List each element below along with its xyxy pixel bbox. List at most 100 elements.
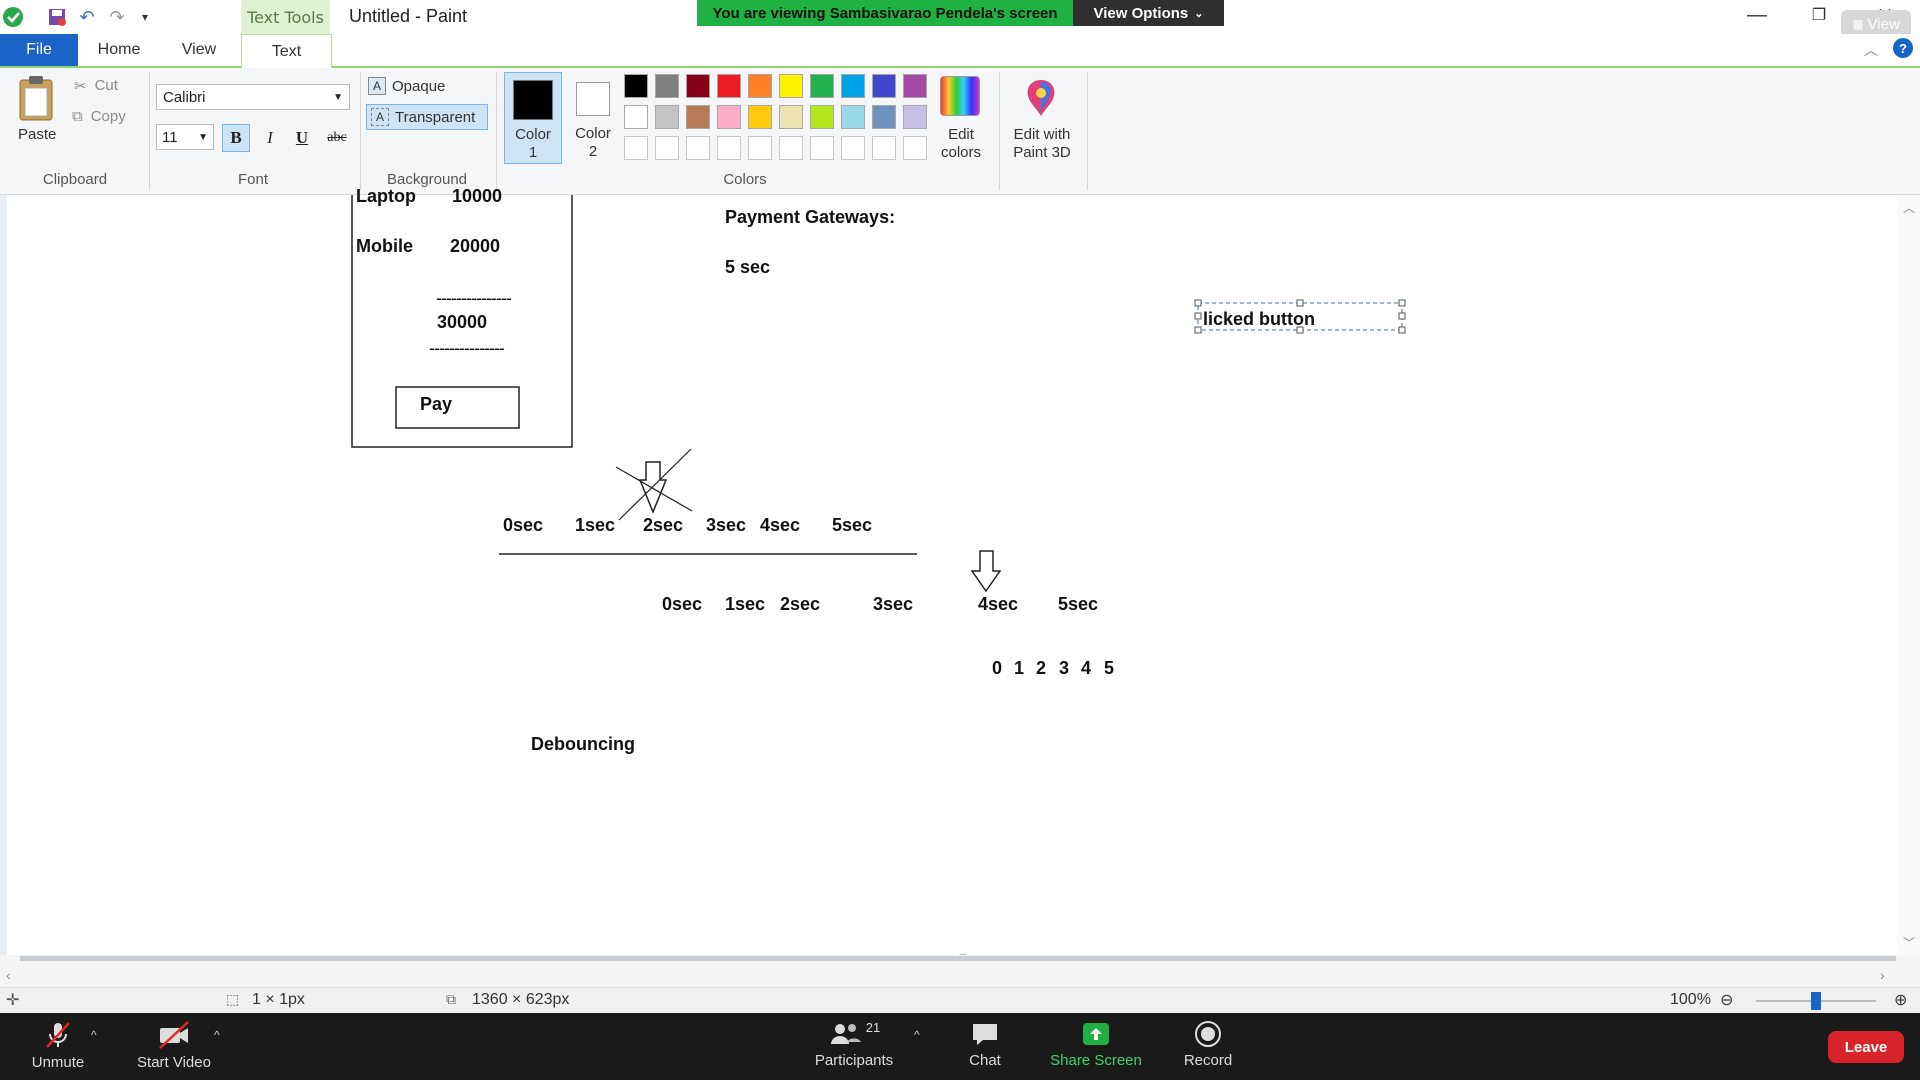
restore-button[interactable]: ❐ (1796, 0, 1842, 30)
leave-button[interactable]: Leave (1828, 1031, 1904, 1063)
palette-color-swatch[interactable] (624, 74, 648, 98)
font-family-value: Calibri (163, 88, 206, 106)
palette-custom-slot[interactable] (903, 136, 927, 160)
color2-button[interactable]: Color 2 (564, 72, 622, 164)
selection-handle[interactable] (1398, 299, 1406, 307)
scroll-down-icon[interactable]: ﹀ (1903, 934, 1915, 951)
palette-custom-slot[interactable] (872, 136, 896, 160)
timeline2-label: 0sec (662, 594, 703, 614)
color2-label: Color (575, 125, 611, 142)
tab-file[interactable]: File (0, 34, 78, 66)
mobile-label: Mobile (356, 236, 413, 256)
share-screen-button[interactable]: Share Screen (1046, 1020, 1146, 1069)
palette-custom-slot[interactable] (655, 136, 679, 160)
zoom-slider-thumb[interactable] (1811, 992, 1821, 1010)
help-icon[interactable]: ? (1893, 38, 1913, 58)
customize-toolbar-icon[interactable]: ▾ (134, 6, 156, 28)
text-box-content[interactable]: licked button (1203, 309, 1315, 330)
tab-text[interactable]: Text (241, 34, 332, 68)
scroll-up-icon[interactable]: ︿ (1903, 199, 1915, 216)
palette-color-swatch[interactable] (872, 74, 896, 98)
color1-button[interactable]: Color 1 (504, 72, 562, 164)
save-icon[interactable] (46, 6, 68, 28)
palette-custom-slot[interactable] (841, 136, 865, 160)
scroll-right-icon[interactable]: › (1880, 967, 1885, 983)
paint-app-icon[interactable] (2, 6, 24, 28)
palette-color-swatch[interactable] (717, 74, 741, 98)
video-options-caret-icon[interactable]: ^ (214, 1028, 220, 1042)
palette-color-swatch[interactable] (655, 105, 679, 129)
palette-color-swatch[interactable] (810, 74, 834, 98)
selection-handle[interactable] (1296, 299, 1304, 307)
palette-color-swatch[interactable] (717, 105, 741, 129)
chat-button[interactable]: Chat (956, 1020, 1014, 1069)
palette-custom-slot[interactable] (624, 136, 648, 160)
color1-swatch (513, 80, 553, 120)
palette-color-swatch[interactable] (655, 74, 679, 98)
edit-colors-button[interactable]: Edit colors (930, 126, 992, 162)
palette-color-swatch[interactable] (872, 105, 896, 129)
palette-color-swatch[interactable] (903, 74, 927, 98)
opaque-button[interactable]: A Opaque (368, 74, 486, 98)
palette-color-swatch[interactable] (903, 105, 927, 129)
chevron-down-icon: ▼ (333, 91, 343, 103)
record-button[interactable]: Record (1178, 1020, 1238, 1069)
horizontal-scrollbar[interactable]: ‹ › (0, 955, 1920, 987)
tab-view[interactable]: View (160, 34, 238, 66)
palette-color-swatch[interactable] (624, 105, 648, 129)
underline-button[interactable]: U (288, 124, 316, 152)
palette-custom-slot[interactable] (717, 136, 741, 160)
unmute-label: Unmute (31, 1054, 85, 1071)
redo-icon[interactable]: ↷ (106, 6, 128, 28)
scroll-thumb[interactable] (20, 956, 1896, 961)
transparent-button[interactable]: A Transparent (366, 104, 488, 130)
palette-custom-slot[interactable] (748, 136, 772, 160)
tab-home[interactable]: Home (80, 34, 158, 66)
scroll-left-icon[interactable]: ‹ (6, 967, 11, 983)
italic-button[interactable]: I (256, 124, 284, 152)
strikethrough-button[interactable]: abc (320, 124, 354, 152)
participants-button[interactable]: 21 Participants (810, 1020, 898, 1069)
undo-icon[interactable]: ↶ (76, 6, 98, 28)
palette-color-swatch[interactable] (810, 105, 834, 129)
selection-handle[interactable] (1398, 312, 1406, 320)
vertical-scrollbar[interactable]: ︿ ﹀ (1897, 195, 1920, 955)
font-family-select[interactable]: Calibri ▼ (156, 84, 350, 110)
selection-handle[interactable] (1194, 326, 1202, 334)
selection-handle[interactable] (1194, 299, 1202, 307)
paint3d-icon[interactable] (1020, 76, 1062, 118)
cut-button[interactable]: ✂ Cut (74, 77, 118, 95)
participants-caret-icon[interactable]: ^ (914, 1028, 920, 1042)
copy-button[interactable]: ⧉ Copy (72, 108, 126, 125)
palette-color-swatch[interactable] (686, 74, 710, 98)
zoom-out-icon[interactable]: ⊖ (1720, 990, 1733, 1010)
palette-color-swatch[interactable] (686, 105, 710, 129)
paste-button[interactable] (16, 74, 58, 130)
zoom-level: 100% (1670, 991, 1711, 1008)
zoom-in-icon[interactable]: ⊕ (1894, 990, 1907, 1010)
palette-color-swatch[interactable] (779, 74, 803, 98)
palette-color-swatch[interactable] (748, 105, 772, 129)
start-video-button[interactable]: Start Video (132, 1020, 216, 1071)
minimize-button[interactable]: — (1734, 0, 1780, 30)
palette-color-swatch[interactable] (779, 105, 803, 129)
palette-custom-slot[interactable] (779, 136, 803, 160)
unmute-button[interactable]: Unmute (24, 1020, 92, 1071)
palette-color-swatch[interactable] (748, 74, 772, 98)
palette-color-swatch[interactable] (841, 105, 865, 129)
bold-button[interactable]: B (222, 124, 250, 152)
ribbon-divider (360, 72, 361, 190)
palette-color-swatch[interactable] (841, 74, 865, 98)
view-options-button[interactable]: View Options ⌄ (1073, 0, 1224, 26)
edit-with-paint3d-button[interactable]: Edit with Paint 3D (1004, 126, 1080, 162)
collapse-ribbon-icon[interactable]: ︿ (1864, 40, 1878, 60)
selection-handle[interactable] (1194, 312, 1202, 320)
audio-options-caret-icon[interactable]: ^ (91, 1028, 97, 1042)
grid-icon: ▦ (1852, 17, 1864, 31)
palette-custom-slot[interactable] (810, 136, 834, 160)
font-size-select[interactable]: 11 ▼ (156, 124, 214, 150)
palette-custom-slot[interactable] (686, 136, 710, 160)
selection-handle[interactable] (1398, 326, 1406, 334)
edit-colors-icon[interactable] (940, 76, 980, 116)
laptop-price: 10000 (452, 186, 503, 206)
